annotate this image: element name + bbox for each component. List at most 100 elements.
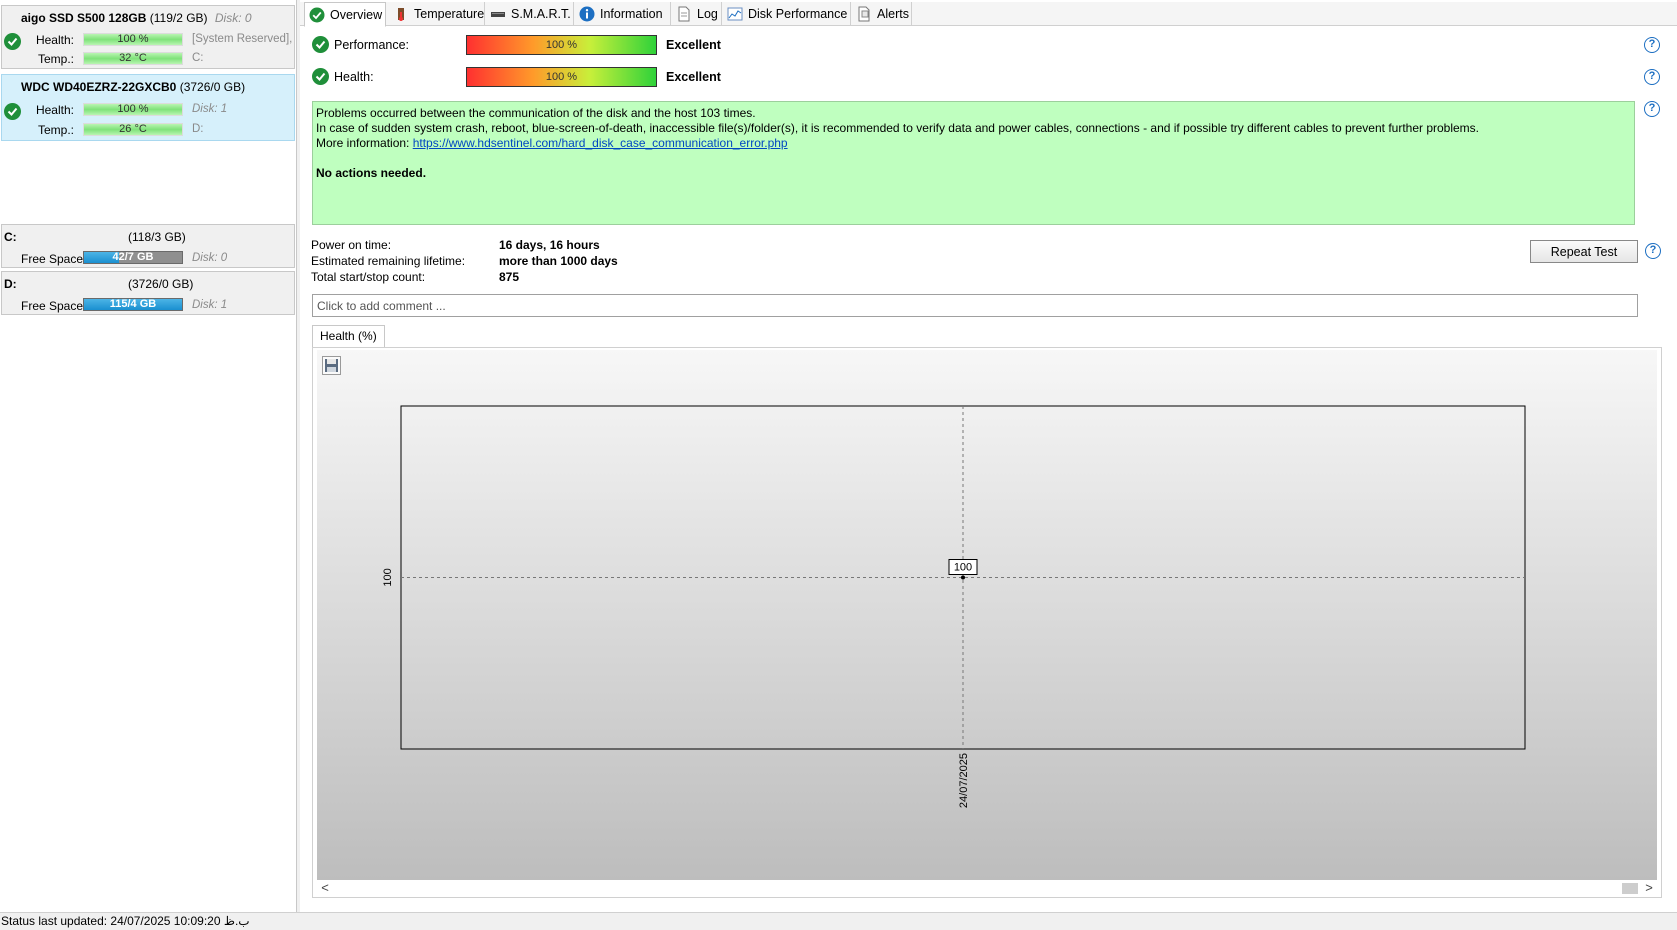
check-icon [312,36,329,53]
disk-size: (3726/0 GB) [179,80,246,94]
tab-information[interactable]: Information [575,2,671,26]
status-bar: Status last updated: 24/07/2025 10:09:20… [0,912,1677,930]
info-line: In case of sudden system crash, reboot, … [316,121,1480,135]
power-on-label: Power on time: [311,238,392,252]
disk-title: WDC WD40EZRZ-22GXCB0 (3726/0 GB) [21,80,245,94]
volume-card-c[interactable]: C: (118/3 GB) Free Space 42/7 GB Disk: 0 [1,224,295,268]
comment-input[interactable] [312,294,1638,317]
disk-number: Disk: 1 [192,103,228,115]
performance-verdict: Excellent [666,38,721,52]
volume-letter: D: [4,277,17,291]
tab-health-chart[interactable]: Health (%) [312,325,385,347]
volume-card-d[interactable]: D: (3726/0 GB) Free Space 115/4 GB Disk:… [1,271,295,315]
performance-chart-icon [727,6,743,22]
save-icon[interactable] [322,356,341,375]
check-icon [312,68,329,85]
health-chart-frame: 100 100 24/07/2025 < > [312,347,1662,898]
repeat-test-button[interactable]: Repeat Test [1530,240,1638,263]
lifetime-label: Estimated remaining lifetime: [311,254,466,268]
free-space-value: 42/7 GB [112,251,154,263]
start-stop-value: 875 [499,270,520,284]
more-info-label: More information: [316,136,410,150]
disk-card-aigo[interactable]: aigo SSD S500 128GB (119/2 GB) Disk: 0 H… [1,5,295,69]
scroll-left-button[interactable]: < [317,880,333,896]
tab-label: Disk Performance [748,7,848,21]
performance-value: 100 % [545,39,578,51]
free-space-bar: 42/7 GB [83,251,183,264]
more-info-link[interactable]: https://www.hdsentinel.com/hard_disk_cas… [413,136,788,150]
performance-label: Performance: [334,38,410,52]
help-icon[interactable]: ? [1644,69,1660,85]
more-info-line: More information: https://www.hdsentinel… [316,136,1631,151]
health-info-box: Problems occurred between the communicat… [312,101,1635,225]
performance-bar: 100 % [466,35,657,55]
tab-label: Alerts [877,7,909,21]
lifetime-value: more than 1000 days [499,254,618,268]
volume-size: (3726/0 GB) [128,277,194,291]
disk-number: Disk: 0 [214,11,252,25]
disk-name: aigo SSD S500 128GB [21,11,147,25]
tab-label: S.M.A.R.T. [511,7,571,21]
health-chart: 100 100 24/07/2025 [317,350,1657,880]
volume-size: (118/3 GB) [128,230,186,244]
partition-info: [System Reserved], [192,33,293,45]
temp-label: Temp.: [37,123,74,137]
drive-letter: D: [192,123,204,135]
thermometer-icon [393,6,409,22]
temp-bar: 32 °C [83,52,183,65]
disk-card-wdc[interactable]: WDC WD40EZRZ-22GXCB0 (3726/0 GB) Health:… [1,74,295,141]
scroll-thumb[interactable] [1622,883,1638,894]
start-stop-label: Total start/stop count: [311,270,426,284]
temp-label: Temp.: [37,52,74,66]
temp-bar: 26 °C [83,123,183,136]
help-icon[interactable]: ? [1645,243,1661,259]
data-label: 100 [954,562,972,574]
performance-row: Performance: 100 % Excellent [310,34,721,56]
tab-label: Temperature [414,7,485,21]
help-icon[interactable]: ? [1644,37,1660,53]
help-icon[interactable]: ? [1644,101,1660,117]
disk-size: (119/2 GB) [149,11,208,25]
health-verdict: Excellent [666,70,721,84]
info-line: Problems occurred between the communicat… [316,106,756,120]
health-row: Health: 100 % Excellent [310,66,721,88]
volume-disk: Disk: 1 [192,299,228,311]
health-bar: 100 % [466,67,657,87]
health-bar: 100 % [83,103,183,116]
tab-alerts[interactable]: Alerts [852,2,912,26]
details-panel: Overview Temperature S.M.A.R.T. Informat… [300,0,1677,912]
health-bar: 100 % [83,33,183,46]
health-label: Health: [35,103,74,117]
data-point [961,575,965,580]
hd-sentinel-window: aigo SSD S500 128GB (119/2 GB) Disk: 0 H… [0,0,1677,930]
disk-list-panel: aigo SSD S500 128GB (119/2 GB) Disk: 0 H… [0,0,297,912]
chart-horizontal-scrollbar[interactable]: < > [317,880,1657,896]
alerts-icon [856,6,872,22]
document-icon [676,6,692,22]
tab-label: Information [600,7,663,21]
health-label: Health: [35,33,74,47]
free-space-value: 115/4 GB [109,298,157,310]
x-tick-label: 24/07/2025 [958,753,970,808]
health-value: 100 % [545,71,578,83]
tab-log[interactable]: Log [672,2,722,26]
volume-letter: C: [4,230,17,244]
free-space-label: Free Space [21,299,84,313]
tab-smart[interactable]: S.M.A.R.T. [486,2,574,26]
health-label: Health: [334,70,374,84]
free-space-bar: 115/4 GB [83,298,183,311]
volume-disk: Disk: 0 [192,252,228,264]
drive-icon [490,6,506,22]
tab-disk-performance[interactable]: Disk Performance [723,2,851,26]
free-space-label: Free Space [21,252,84,266]
scroll-right-button[interactable]: > [1641,880,1657,896]
actions-text: No actions needed. [316,166,427,180]
drive-letter: C: [192,52,204,64]
power-on-value: 16 days, 16 hours [499,238,600,252]
disk-name: WDC WD40EZRZ-22GXCB0 [21,80,177,94]
check-circle-icon [309,7,325,23]
tab-label: Overview [330,7,383,22]
tab-overview[interactable]: Overview [304,2,386,27]
tab-bar: Overview Temperature S.M.A.R.T. Informat… [300,2,1677,27]
tab-temperature[interactable]: Temperature [389,2,485,26]
